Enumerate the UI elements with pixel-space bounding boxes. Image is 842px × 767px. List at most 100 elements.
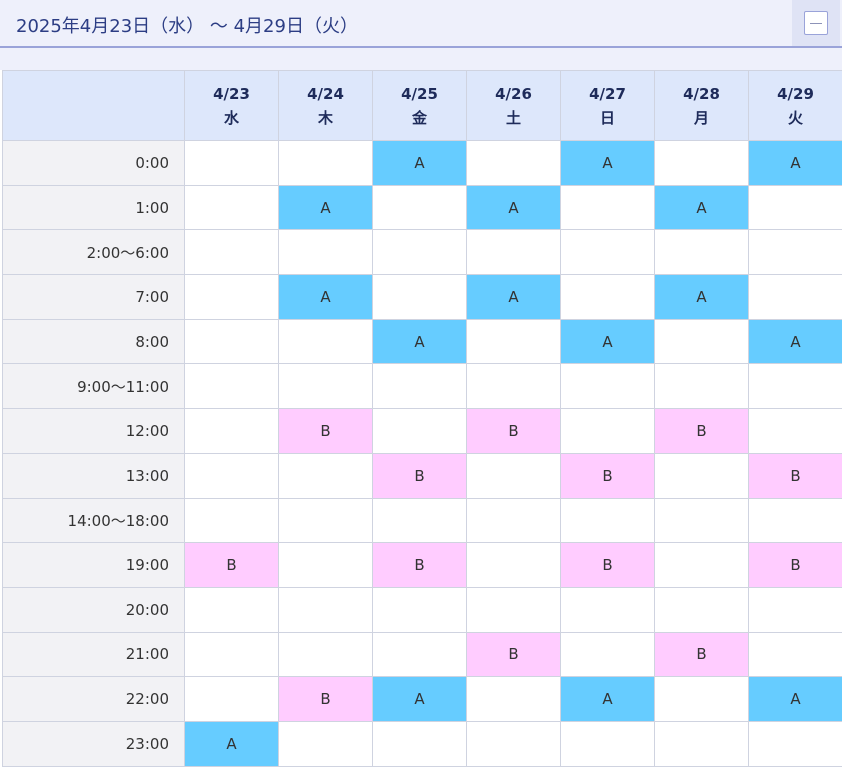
schedule-slot-A[interactable]: A [373,319,467,364]
schedule-slot-empty[interactable] [655,364,749,409]
schedule-slot-empty[interactable] [655,543,749,588]
schedule-slot-empty[interactable] [749,587,842,632]
schedule-slot-empty[interactable] [467,453,561,498]
schedule-slot-empty[interactable] [749,364,842,409]
schedule-slot-empty[interactable] [561,230,655,275]
schedule-slot-empty[interactable] [749,721,842,766]
schedule-slot-empty[interactable] [561,185,655,230]
schedule-slot-empty[interactable] [467,721,561,766]
schedule-slot-empty[interactable] [185,453,279,498]
schedule-slot-empty[interactable] [373,275,467,320]
schedule-slot-empty[interactable] [655,453,749,498]
schedule-slot-empty[interactable] [185,409,279,454]
schedule-slot-empty[interactable] [373,409,467,454]
schedule-slot-B[interactable]: B [749,453,842,498]
schedule-slot-empty[interactable] [561,721,655,766]
schedule-slot-empty[interactable] [561,632,655,677]
schedule-slot-B[interactable]: B [279,677,373,722]
schedule-slot-A[interactable]: A [279,185,373,230]
schedule-slot-empty[interactable] [467,141,561,186]
schedule-slot-empty[interactable] [279,141,373,186]
schedule-slot-empty[interactable] [467,587,561,632]
schedule-slot-empty[interactable] [561,275,655,320]
schedule-slot-empty[interactable] [373,364,467,409]
schedule-slot-B[interactable]: B [185,543,279,588]
schedule-slot-B[interactable]: B [467,632,561,677]
schedule-slot-empty[interactable] [561,498,655,543]
schedule-slot-empty[interactable] [185,364,279,409]
schedule-slot-A[interactable]: A [749,141,842,186]
schedule-slot-A[interactable]: A [561,677,655,722]
schedule-slot-empty[interactable] [185,319,279,364]
schedule-slot-empty[interactable] [749,409,842,454]
schedule-slot-B[interactable]: B [655,632,749,677]
schedule-slot-A[interactable]: A [749,319,842,364]
schedule-slot-empty[interactable] [467,498,561,543]
schedule-slot-empty[interactable] [655,141,749,186]
schedule-slot-A[interactable]: A [185,721,279,766]
schedule-slot-B[interactable]: B [749,543,842,588]
schedule-slot-A[interactable]: A [467,275,561,320]
schedule-slot-empty[interactable] [655,721,749,766]
schedule-slot-empty[interactable] [279,319,373,364]
schedule-slot-empty[interactable] [279,498,373,543]
schedule-slot-A[interactable]: A [561,141,655,186]
schedule-slot-empty[interactable] [279,230,373,275]
schedule-slot-empty[interactable] [185,587,279,632]
schedule-slot-B[interactable]: B [373,543,467,588]
schedule-slot-B[interactable]: B [561,543,655,588]
schedule-slot-empty[interactable] [373,721,467,766]
schedule-slot-A[interactable]: A [373,141,467,186]
schedule-slot-empty[interactable] [561,587,655,632]
schedule-slot-empty[interactable] [749,230,842,275]
schedule-slot-empty[interactable] [279,587,373,632]
schedule-slot-empty[interactable] [749,632,842,677]
schedule-slot-empty[interactable] [467,230,561,275]
schedule-slot-empty[interactable] [467,319,561,364]
schedule-slot-A[interactable]: A [655,275,749,320]
schedule-slot-B[interactable]: B [655,409,749,454]
schedule-slot-B[interactable]: B [561,453,655,498]
schedule-slot-A[interactable]: A [279,275,373,320]
schedule-slot-empty[interactable] [279,453,373,498]
schedule-slot-empty[interactable] [749,185,842,230]
schedule-slot-empty[interactable] [655,230,749,275]
schedule-slot-B[interactable]: B [467,409,561,454]
schedule-slot-empty[interactable] [467,364,561,409]
collapse-button[interactable] [804,11,828,35]
schedule-slot-empty[interactable] [185,632,279,677]
schedule-slot-empty[interactable] [373,230,467,275]
schedule-slot-empty[interactable] [185,677,279,722]
schedule-slot-empty[interactable] [279,721,373,766]
schedule-slot-B[interactable]: B [279,409,373,454]
schedule-slot-empty[interactable] [185,230,279,275]
schedule-slot-B[interactable]: B [373,453,467,498]
schedule-slot-empty[interactable] [561,409,655,454]
schedule-slot-empty[interactable] [373,587,467,632]
schedule-slot-empty[interactable] [655,319,749,364]
schedule-slot-empty[interactable] [279,543,373,588]
schedule-slot-empty[interactable] [279,632,373,677]
schedule-slot-A[interactable]: A [749,677,842,722]
schedule-slot-empty[interactable] [185,141,279,186]
schedule-slot-A[interactable]: A [655,185,749,230]
schedule-slot-empty[interactable] [749,275,842,320]
schedule-slot-A[interactable]: A [561,319,655,364]
schedule-slot-empty[interactable] [749,498,842,543]
schedule-slot-empty[interactable] [561,364,655,409]
schedule-slot-empty[interactable] [373,498,467,543]
schedule-slot-A[interactable]: A [373,677,467,722]
schedule-slot-empty[interactable] [279,364,373,409]
schedule-slot-empty[interactable] [467,543,561,588]
schedule-slot-empty[interactable] [655,498,749,543]
time-label: 2:00～6:00 [3,230,185,275]
schedule-slot-empty[interactable] [373,185,467,230]
schedule-slot-empty[interactable] [185,185,279,230]
schedule-slot-empty[interactable] [185,498,279,543]
schedule-slot-empty[interactable] [373,632,467,677]
schedule-slot-empty[interactable] [467,677,561,722]
schedule-slot-empty[interactable] [185,275,279,320]
schedule-slot-empty[interactable] [655,677,749,722]
schedule-slot-empty[interactable] [655,587,749,632]
schedule-slot-A[interactable]: A [467,185,561,230]
